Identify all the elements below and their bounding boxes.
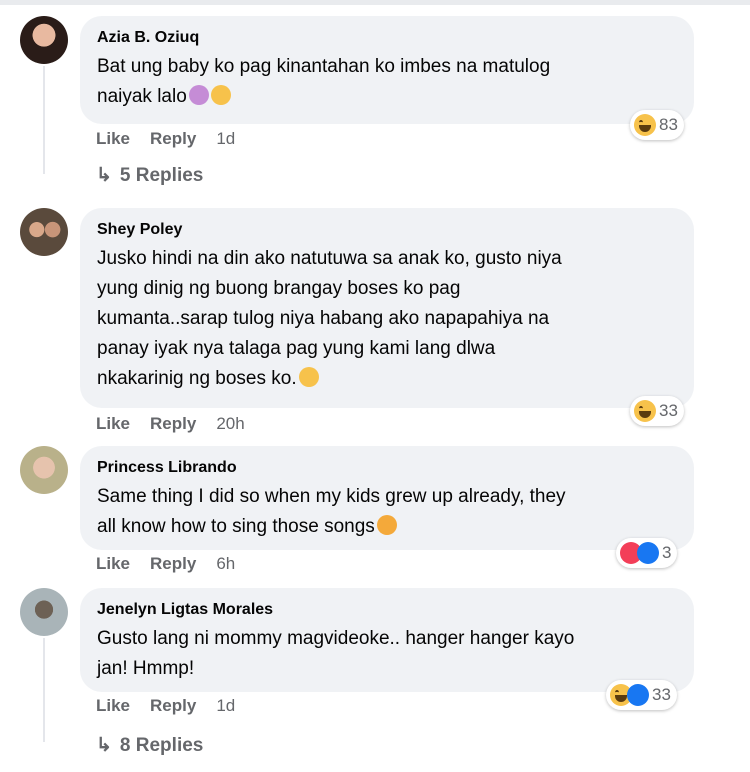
reply-button[interactable]: Reply [150, 129, 196, 149]
like-button[interactable]: Like [96, 129, 130, 149]
timestamp[interactable]: 6h [216, 554, 235, 574]
comment-bubble: Shey Poley Jusko hindi na din ako natutu… [80, 208, 694, 408]
comment-text: Same thing I did so when my kids grew up… [97, 486, 566, 537]
reaction-count: 33 [659, 401, 678, 420]
haha-reaction-icon [634, 114, 656, 136]
avatar[interactable] [20, 16, 68, 64]
like-reaction-icon [627, 684, 649, 706]
comment-text: Gusto lang ni mommy magvideoke.. hanger … [97, 628, 575, 679]
reaction-count: 3 [662, 543, 672, 562]
thread-line [43, 638, 45, 742]
comment-author[interactable]: Princess Librando [97, 458, 674, 478]
top-divider [0, 0, 750, 5]
replies-label: 8 Replies [119, 734, 204, 756]
reaction-summary[interactable]: 3 [616, 538, 678, 568]
comment-author[interactable]: Shey Poley [97, 220, 674, 240]
emoji-icon [298, 367, 319, 387]
comment-text: Bat ung baby ko pag kinantahan ko imbes … [97, 56, 551, 107]
replies-label: 5 Replies [119, 164, 204, 186]
comment-bubble: Azia B. Oziuq Bat ung baby ko pag kinant… [80, 16, 694, 124]
reply-button[interactable]: Reply [150, 554, 196, 574]
avatar[interactable] [20, 446, 68, 494]
comment-author[interactable]: Jenelyn Ligtas Morales [97, 600, 674, 620]
comment-actions: Like Reply 6h [96, 554, 235, 574]
view-replies-link[interactable]: ↳ 8 Replies [96, 734, 203, 757]
emoji-icon [188, 85, 209, 105]
like-button[interactable]: Like [96, 554, 130, 574]
reply-arrow-icon: ↳ [96, 165, 112, 186]
timestamp[interactable]: 20h [216, 414, 244, 434]
emoji-icon [376, 515, 397, 535]
comment-actions: Like Reply 1d [96, 696, 235, 716]
reaction-count: 83 [659, 115, 678, 134]
comment-author[interactable]: Azia B. Oziuq [97, 28, 674, 48]
comment-actions: Like Reply 20h [96, 414, 245, 434]
avatar[interactable] [20, 208, 68, 256]
reply-button[interactable]: Reply [150, 414, 196, 434]
reaction-summary[interactable]: 33 [630, 396, 684, 426]
reaction-count: 33 [652, 685, 671, 704]
comment-bubble: Princess Librando Same thing I did so wh… [80, 446, 694, 550]
comment-bubble: Jenelyn Ligtas Morales Gusto lang ni mom… [80, 588, 694, 692]
emoji-icon [210, 85, 231, 105]
like-button[interactable]: Like [96, 414, 130, 434]
reaction-summary[interactable]: 33 [606, 680, 677, 710]
like-reaction-icon [637, 542, 659, 564]
avatar[interactable] [20, 588, 68, 636]
reply-arrow-icon: ↳ [96, 735, 112, 756]
haha-reaction-icon [634, 400, 656, 422]
comment-text: Jusko hindi na din ako natutuwa sa anak … [97, 248, 562, 389]
reply-button[interactable]: Reply [150, 696, 196, 716]
timestamp[interactable]: 1d [216, 696, 235, 716]
timestamp[interactable]: 1d [216, 129, 235, 149]
reaction-summary[interactable]: 83 [630, 110, 684, 140]
thread-line [43, 66, 45, 174]
comment-actions: Like Reply 1d [96, 129, 235, 149]
view-replies-link[interactable]: ↳ 5 Replies [96, 164, 203, 187]
like-button[interactable]: Like [96, 696, 130, 716]
